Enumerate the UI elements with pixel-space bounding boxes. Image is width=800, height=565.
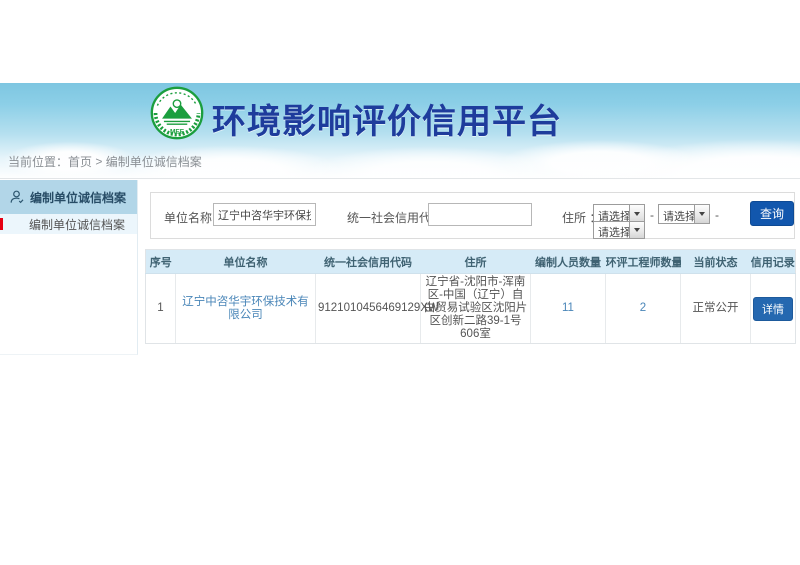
breadcrumb-separator: > — [95, 155, 102, 169]
breadcrumb-label: 当前位置： — [8, 155, 68, 169]
col-header-engineer-count: 环评工程师数量 — [606, 250, 681, 274]
results-table: 序号 单位名称 统一社会信用代码 住所 编制人员数量 环评工程师数量 当前状态 … — [145, 249, 796, 344]
col-header-index: 序号 — [146, 250, 176, 274]
chevron-down-icon — [629, 222, 644, 238]
cell-address: 辽宁省-沈阳市-浑南区-中国（辽宁）自由贸易试验区沈阳片区创新二路39-1号60… — [421, 274, 531, 344]
sidebar-item-credit-archive[interactable]: 编制单位诚信档案 — [0, 214, 137, 234]
cell-index: 1 — [146, 274, 176, 344]
table-header-row: 序号 单位名称 统一社会信用代码 住所 编制人员数量 环评工程师数量 当前状态 … — [146, 250, 796, 274]
search-panel: 单位名称 ： 统一社会信用代码 ： 住所 ： 请选择 - 请选择 - 请选择 查… — [150, 192, 795, 239]
district-select[interactable]: 请选择 — [593, 221, 645, 239]
user-icon — [10, 190, 24, 204]
sidebar: 编制单位诚信档案 编制单位诚信档案 — [0, 180, 138, 355]
active-marker — [0, 218, 3, 230]
table-row: 1 辽宁中咨华宇环保技术有限公司 9121010456469129XW 辽宁省-… — [146, 274, 796, 344]
col-header-staff-count: 编制人员数量 — [531, 250, 606, 274]
mee-logo-icon: MEE — [149, 85, 205, 141]
city-select[interactable]: 请选择 — [658, 204, 710, 224]
breadcrumb-current: 编制单位诚信档案 — [106, 155, 202, 169]
address-separator: - — [715, 208, 719, 222]
content-divider — [0, 178, 800, 179]
breadcrumb-home-link[interactable]: 首页 — [68, 155, 92, 169]
credit-code-input[interactable] — [428, 203, 532, 226]
unit-name-link[interactable]: 辽宁中咨华宇环保技术有限公司 — [182, 296, 309, 321]
sidebar-header-label: 编制单位诚信档案 — [30, 189, 126, 206]
cell-credit-code: 9121010456469129XW — [316, 274, 421, 344]
district-select-value: 请选择 — [594, 222, 629, 238]
col-header-unit-name: 单位名称 — [176, 250, 316, 274]
col-header-address: 住所 — [421, 250, 531, 274]
page-title: 环境影响评价信用平台 — [212, 94, 562, 143]
header-banner: MEE 环境影响评价信用平台 当前位置：首页 > 编制单位诚信档案 — [0, 83, 800, 179]
engineer-count-link[interactable]: 2 — [640, 302, 646, 314]
query-button[interactable]: 查询 — [750, 201, 794, 226]
sidebar-item-label: 编制单位诚信档案 — [29, 216, 125, 233]
unit-name-input[interactable] — [213, 203, 316, 226]
address-separator: - — [650, 208, 654, 222]
page: MEE 环境影响评价信用平台 当前位置：首页 > 编制单位诚信档案 编制单位诚信… — [0, 0, 800, 565]
logo-text: MEE — [170, 129, 185, 136]
chevron-down-icon — [694, 205, 709, 223]
sidebar-header: 编制单位诚信档案 — [0, 180, 137, 214]
breadcrumb: 当前位置：首页 > 编制单位诚信档案 — [8, 153, 202, 170]
cell-status: 正常公开 — [681, 274, 751, 344]
col-header-credit-record: 信用记录 — [751, 250, 796, 274]
detail-button[interactable]: 详情 — [753, 297, 793, 321]
col-header-status: 当前状态 — [681, 250, 751, 274]
staff-count-link[interactable]: 11 — [562, 302, 574, 314]
city-select-value: 请选择 — [659, 205, 694, 223]
col-header-credit-code: 统一社会信用代码 — [316, 250, 421, 274]
